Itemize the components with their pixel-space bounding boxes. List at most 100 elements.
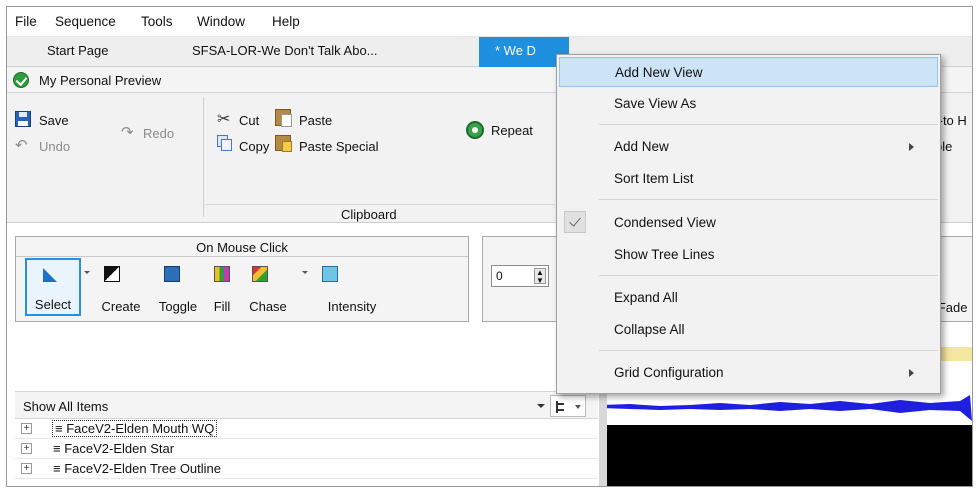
paste-button[interactable]: Paste <box>299 113 332 128</box>
save-icon <box>15 111 31 127</box>
tool-create-label: Create <box>101 299 141 314</box>
redo-button[interactable]: Redo <box>143 126 174 141</box>
save-button[interactable]: Save <box>39 113 69 128</box>
undo-icon: ↶ <box>15 137 28 154</box>
app-window: File Sequence Tools Window Help Start Pa… <box>6 6 973 487</box>
check-circle-icon[interactable] <box>13 72 29 88</box>
menu-separator <box>599 199 938 200</box>
list-item-label: ≡ FaceV2-Elden Star <box>53 441 175 456</box>
submenu-arrow-icon <box>909 369 914 377</box>
expand-icon[interactable]: + <box>21 463 32 474</box>
menu-item-label: Add New <box>614 139 669 154</box>
value-spinner[interactable]: 0 ▲ ▼ <box>491 265 549 287</box>
repeat-icon <box>466 121 484 139</box>
copy-button[interactable]: Copy <box>239 139 269 154</box>
mouse-click-panel: On Mouse Click Select Create Toggle Fill… <box>15 236 469 322</box>
fill-icon <box>214 266 230 282</box>
menu-item-label: Condensed View <box>614 215 716 230</box>
menu-help[interactable]: Help <box>272 14 300 29</box>
preview-label[interactable]: My Personal Preview <box>39 73 161 88</box>
paste-special-button[interactable]: Paste Special <box>299 139 379 154</box>
create-icon <box>104 266 120 282</box>
tree-view-button[interactable] <box>550 395 586 417</box>
chase-dropdown-icon[interactable] <box>302 271 308 274</box>
menu-item-label: Grid Configuration <box>614 365 724 380</box>
list-item[interactable]: + ≡ FaceV2-Elden Mouth WQ <box>15 419 598 439</box>
menu-item-grid-configuration[interactable]: Grid Configuration <box>559 358 938 388</box>
tool-fill-label: Fill <box>213 299 231 314</box>
menu-sequence[interactable]: Sequence <box>55 14 116 29</box>
menu-item-add-new-view[interactable]: Add New View <box>559 57 938 87</box>
clipboard-group-label: Clipboard <box>341 207 397 222</box>
menu-item-expand-all[interactable]: Expand All <box>559 283 938 313</box>
tree-dropdown-icon <box>575 405 581 409</box>
tab-sequence-1[interactable]: SFSA-LOR-We Don't Talk Abo... <box>192 43 378 58</box>
menu-item-save-view-as[interactable]: Save View As <box>559 89 938 119</box>
waveform-graphic <box>600 395 972 421</box>
menu-item-show-tree-lines[interactable]: Show Tree Lines <box>559 240 938 270</box>
scissors-icon: ✂ <box>217 111 231 128</box>
menu-item-label: Expand All <box>614 290 678 305</box>
filter-dropdown-icon[interactable] <box>537 404 545 408</box>
repeat-button[interactable]: Repeat <box>491 123 533 138</box>
list-item-label: ≡ FaceV2-Elden Mouth WQ <box>51 420 218 437</box>
list-item-label: ≡ FaceV2-Elden Tree Outline <box>53 461 222 476</box>
checkmark-icon <box>564 211 586 233</box>
menu-file[interactable]: File <box>15 14 37 29</box>
copy-icon <box>217 135 232 151</box>
list-item[interactable]: + ≡ FaceV2-Elden Tree Outline <box>15 459 598 479</box>
toggle-icon <box>164 266 180 282</box>
paste-icon <box>275 109 292 127</box>
chase-icon <box>252 266 268 282</box>
menu-item-label: Show Tree Lines <box>614 247 715 262</box>
menu-item-sort-item-list[interactable]: Sort Item List <box>559 164 938 194</box>
spinner-arrows-icon[interactable]: ▲ ▼ <box>534 268 546 285</box>
pane-splitter[interactable] <box>599 391 607 486</box>
tab-active-label: * We D <box>495 43 536 58</box>
menu-item-collapse-all[interactable]: Collapse All <box>559 315 938 345</box>
tool-select-button[interactable]: Select <box>25 258 81 316</box>
ribbon-separator <box>203 97 204 217</box>
menu-item-label: Save View As <box>614 96 697 111</box>
item-list-header: Show All Items <box>15 391 598 419</box>
tool-fill-button[interactable]: Fill <box>204 258 240 316</box>
expand-icon[interactable]: + <box>21 423 32 434</box>
menu-item-label: Collapse All <box>614 322 685 337</box>
context-menu: Add New View Save View As Add New Sort I… <box>556 54 941 394</box>
tool-create-button[interactable]: Create <box>90 258 152 316</box>
expand-icon[interactable]: + <box>21 443 32 454</box>
spinner-value: 0 <box>496 269 503 283</box>
menu-item-add-new[interactable]: Add New <box>559 132 938 162</box>
tool-toggle-label: Toggle <box>158 299 198 314</box>
tool-intensity-button[interactable]: Intensity <box>310 258 394 316</box>
tab-start-page[interactable]: Start Page <box>47 43 108 58</box>
paste-special-icon <box>275 135 292 152</box>
audio-waveform[interactable] <box>599 391 972 425</box>
menu-window[interactable]: Window <box>197 14 245 29</box>
menu-separator <box>599 275 938 276</box>
menu-bar: File Sequence Tools Window Help <box>7 7 972 37</box>
cut-button[interactable]: Cut <box>239 113 259 128</box>
intensity-icon <box>322 266 338 282</box>
submenu-arrow-icon <box>909 143 914 151</box>
tool-select-label: Select <box>34 297 72 312</box>
tool-toggle-button[interactable]: Toggle <box>154 258 202 316</box>
tree-icon <box>556 401 566 413</box>
menu-item-label: Sort Item List <box>614 171 694 186</box>
menu-item-condensed-view[interactable]: Condensed View <box>559 208 938 238</box>
menu-tools[interactable]: Tools <box>141 14 173 29</box>
menu-separator <box>599 350 938 351</box>
list-item[interactable]: + ≡ FaceV2-Elden Star <box>15 439 598 459</box>
timeline-grid[interactable] <box>599 425 972 486</box>
arrow-pointer-icon <box>43 268 57 282</box>
redo-icon: ↷ <box>121 124 134 141</box>
menu-separator <box>599 124 938 125</box>
menu-item-label: Add New View <box>615 65 703 80</box>
tool-chase-label: Chase <box>249 299 287 314</box>
tool-chase-button[interactable]: Chase <box>240 258 296 316</box>
mouse-click-title: On Mouse Click <box>16 237 468 257</box>
clipboard-group-footer: Clipboard <box>205 204 555 223</box>
tool-intensity-label: Intensity <box>327 299 377 314</box>
undo-button[interactable]: Undo <box>39 139 70 154</box>
item-filter-select[interactable]: Show All Items <box>23 399 108 414</box>
